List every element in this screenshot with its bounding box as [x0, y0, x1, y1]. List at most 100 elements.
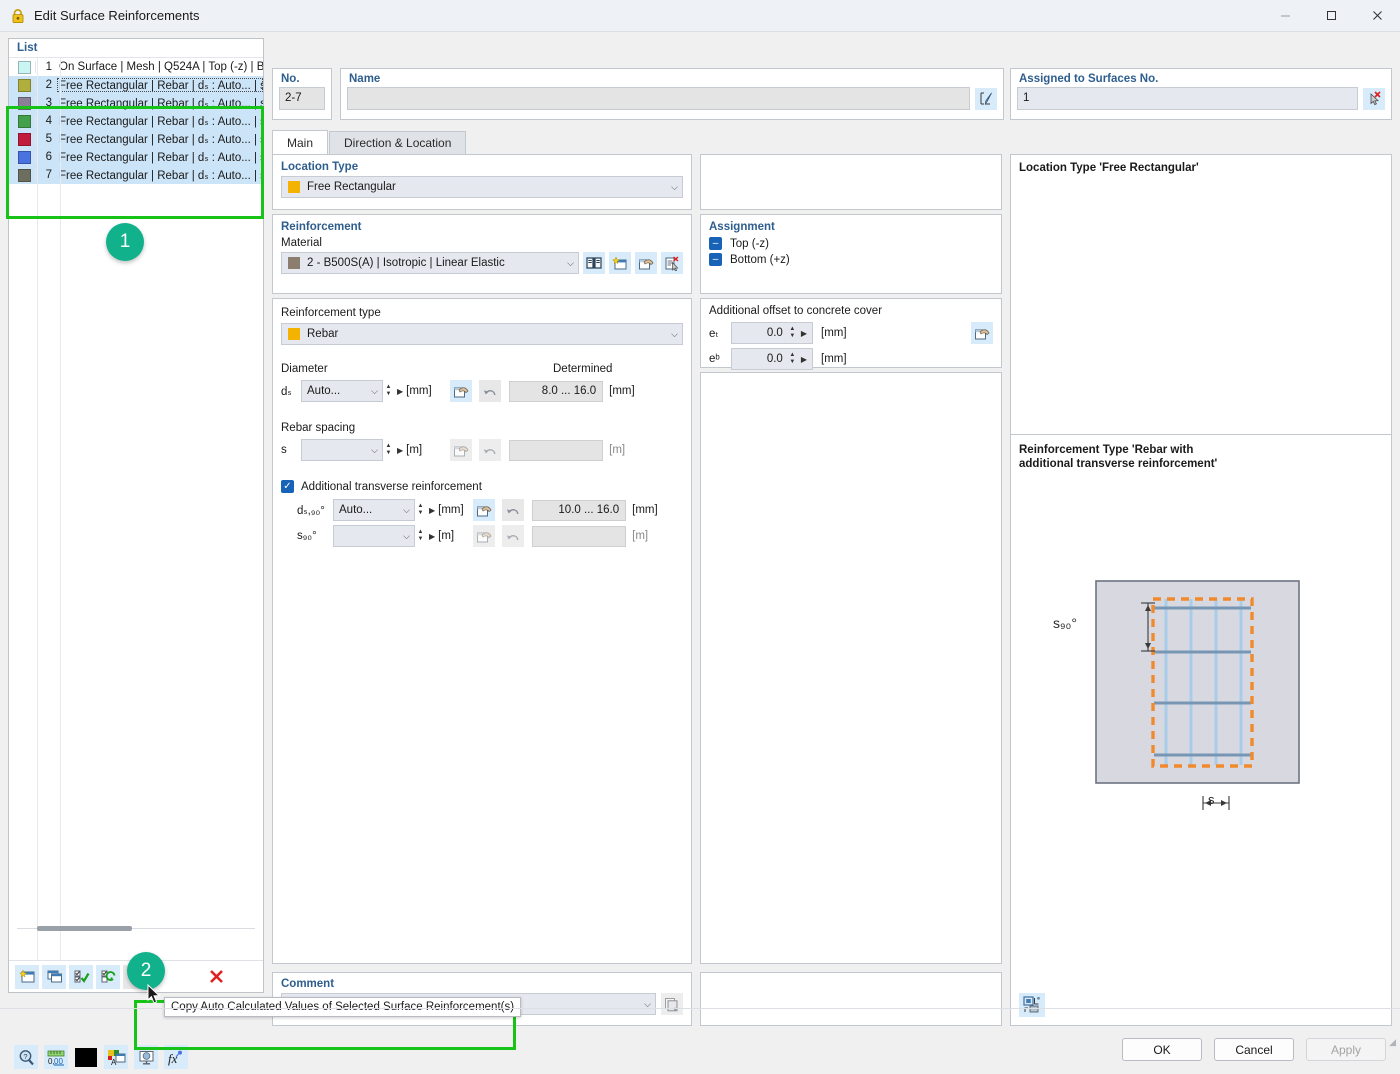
material-color-swatch: [288, 257, 300, 269]
close-button[interactable]: [1354, 0, 1400, 32]
assignment-empty-panel: [700, 154, 1002, 210]
eb-input[interactable]: 0.0 ▲▼ ▶: [731, 348, 813, 370]
maximize-button[interactable]: [1308, 0, 1354, 32]
list-item[interactable]: 5 Free Rectangular | Rebar | dₛ : Auto..…: [9, 130, 263, 148]
edit-material-icon[interactable]: [635, 252, 657, 274]
list-item[interactable]: 4 Free Rectangular | Rebar | dₛ : Auto..…: [9, 112, 263, 130]
s90-expand-icon[interactable]: ▶: [426, 532, 438, 541]
ds90-input[interactable]: Auto... ⌵: [333, 499, 415, 521]
color-text-icon[interactable]: A: [104, 1045, 128, 1069]
list-column-divider-2: [60, 58, 61, 960]
list-item[interactable]: 6 Free Rectangular | Rebar | dₛ : Auto..…: [9, 148, 263, 166]
concrete-cover-offset-panel: Additional offset to concrete cover eₜ 0…: [700, 298, 1002, 368]
additional-transverse-checkbox[interactable]: ✓: [281, 480, 294, 493]
horizontal-scrollbar[interactable]: [17, 926, 255, 930]
undo-arrow-icon[interactable]: [479, 380, 501, 402]
resize-grip[interactable]: ◢: [1389, 1037, 1396, 1048]
list-item-label: Free Rectangular | Rebar | dₛ : Auto... …: [57, 78, 263, 92]
s-expand-icon[interactable]: ▶: [394, 446, 406, 455]
book-icon[interactable]: [583, 252, 605, 274]
s-unit: [m]: [406, 444, 450, 456]
pencil-edit-icon[interactable]: [975, 88, 997, 110]
monitor-icon[interactable]: [134, 1045, 158, 1069]
delete-material-icon[interactable]: [661, 252, 683, 274]
s90-input[interactable]: ⌵: [333, 525, 415, 547]
tab-bar: Main Direction & Location: [272, 130, 467, 154]
et-input[interactable]: 0.0 ▲▼ ▶: [731, 322, 813, 344]
et-expand-icon[interactable]: ▶: [798, 329, 810, 338]
reinforcement-type-select[interactable]: Rebar ⌵: [281, 323, 683, 345]
material-select[interactable]: 2 - B500S(A) | Isotropic | Linear Elasti…: [281, 252, 579, 274]
ds-symbol: dₛ: [281, 384, 301, 398]
annotation-badge-1: 1: [106, 223, 144, 261]
s90-spinner[interactable]: ▲▼: [415, 530, 426, 542]
reinforcement-details-panel: Reinforcement type Rebar ⌵ Diameter Dete…: [272, 298, 692, 964]
list-item-number: 5: [35, 133, 57, 145]
svg-text:A: A: [111, 1058, 117, 1066]
ruler-000-icon[interactable]: 0, 00: [44, 1045, 68, 1069]
s-spinner[interactable]: ▲▼: [383, 444, 394, 456]
undo-arrow-icon[interactable]: [502, 499, 524, 521]
checklist-check-icon[interactable]: [69, 965, 93, 989]
new-material-icon[interactable]: [609, 252, 631, 274]
assignment-bottom-checkbox[interactable]: –: [709, 253, 722, 266]
chevron-down-icon: ⌵: [563, 258, 574, 269]
list-item-number: 2: [35, 79, 57, 91]
eb-spinner[interactable]: ▲▼: [787, 353, 798, 365]
red-x-icon[interactable]: [204, 965, 228, 989]
chevron-down-icon: ⌵: [367, 445, 378, 456]
magnifier-question-icon[interactable]: ?: [14, 1045, 38, 1069]
name-input[interactable]: [347, 87, 970, 110]
location-type-select[interactable]: Free Rectangular ⌵: [281, 176, 683, 198]
reinforcement-type-preview-caption-line2: additional transverse reinforcement': [1011, 457, 1391, 471]
new-window-icon[interactable]: [15, 965, 39, 989]
reinforcements-list[interactable]: 1 On Surface | Mesh | Q524A | Top (-z) |…: [9, 58, 263, 960]
list-item-number: 4: [35, 115, 57, 127]
copy-values-icon[interactable]: [473, 499, 495, 521]
tab-main[interactable]: Main: [272, 130, 328, 154]
assignment-top-checkbox[interactable]: –: [709, 237, 722, 250]
list-item-label: Free Rectangular | Rebar | dₛ : Auto... …: [57, 96, 263, 110]
pick-cursor-icon[interactable]: [1363, 88, 1385, 110]
minimize-button[interactable]: [1262, 0, 1308, 32]
copy-values-icon[interactable]: [450, 439, 472, 461]
copy-comment-icon[interactable]: [661, 993, 683, 1015]
assignment-top-label: Top (-z): [730, 238, 769, 250]
list-item-number: 7: [35, 169, 57, 181]
black-square-icon[interactable]: [74, 1045, 98, 1069]
ds90-spinner[interactable]: ▲▼: [415, 504, 426, 516]
assigned-surfaces-input[interactable]: 1: [1017, 87, 1358, 110]
list-item[interactable]: 7 Free Rectangular | Rebar | dₛ : Auto..…: [9, 166, 263, 184]
ds90-expand-icon[interactable]: ▶: [426, 506, 438, 515]
reinforcement-diagram-svg: [1011, 471, 1393, 871]
ds90-determined-value: 10.0 ... 16.0: [532, 500, 626, 521]
checklist-refresh-icon[interactable]: [96, 965, 120, 989]
copy-window-icon[interactable]: [42, 965, 66, 989]
list-item-label: Free Rectangular | Rebar | dₛ : Auto... …: [57, 132, 263, 146]
mouse-cursor-icon: [147, 984, 161, 1004]
right-bottom-filler-panel: [700, 972, 1002, 1026]
ds-spinner[interactable]: ▲▼: [383, 385, 394, 397]
list-item[interactable]: 1 On Surface | Mesh | Q524A | Top (-z) |…: [9, 58, 263, 76]
list-item[interactable]: 2 Free Rectangular | Rebar | dₛ : Auto..…: [9, 76, 263, 94]
copy-values-icon[interactable]: [473, 525, 495, 547]
eb-expand-icon[interactable]: ▶: [798, 355, 810, 364]
ds-input[interactable]: Auto... ⌵: [301, 380, 383, 402]
undo-arrow-icon[interactable]: [502, 525, 524, 547]
reinforcement-diagram: s₉₀° s: [1011, 471, 1391, 891]
s-input[interactable]: ⌵: [301, 439, 383, 461]
fx-icon[interactable]: fx: [164, 1045, 188, 1069]
render-settings-icon[interactable]: [1019, 993, 1045, 1017]
et-spinner[interactable]: ▲▼: [787, 327, 798, 339]
copy-values-icon[interactable]: [971, 322, 993, 344]
ds-expand-icon[interactable]: ▶: [394, 387, 406, 396]
copy-values-icon[interactable]: [450, 380, 472, 402]
list-item-number: 1: [35, 61, 57, 73]
location-type-title: Location Type: [273, 155, 691, 176]
color-swatch: [18, 61, 31, 74]
tab-direction-location[interactable]: Direction & Location: [329, 131, 466, 154]
scrollbar-thumb[interactable]: [37, 926, 132, 931]
list-item-label: Free Rectangular | Rebar | dₛ : Auto... …: [57, 114, 263, 128]
list-item[interactable]: 3 Free Rectangular | Rebar | dₛ : Auto..…: [9, 94, 263, 112]
undo-arrow-icon[interactable]: [479, 439, 501, 461]
